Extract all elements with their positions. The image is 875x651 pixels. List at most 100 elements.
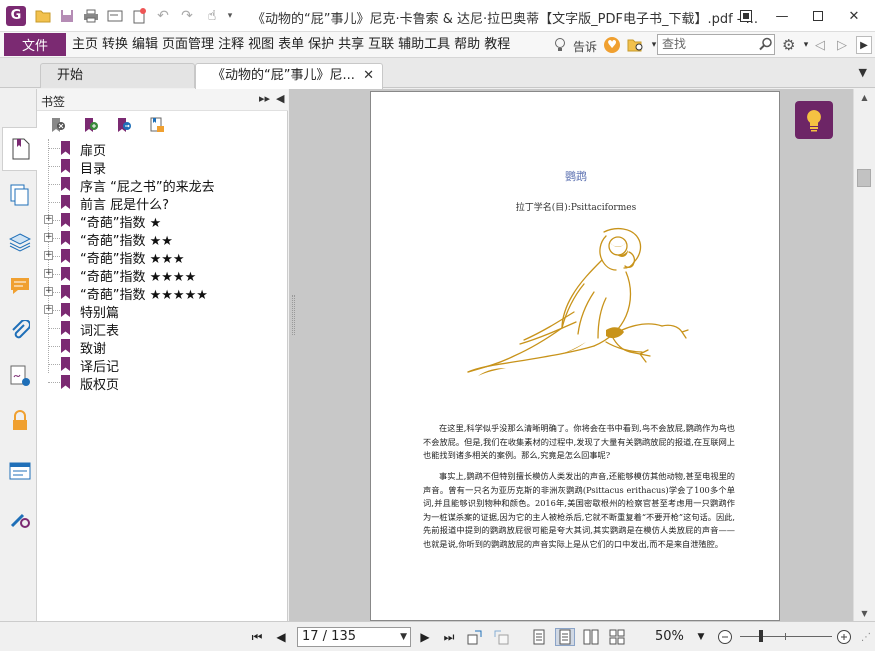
form-fields-panel-icon[interactable] bbox=[9, 460, 31, 482]
continuous-facing-icon[interactable] bbox=[608, 628, 626, 646]
delete-bookmark-icon[interactable] bbox=[49, 116, 67, 134]
gear-icon[interactable]: ⚙ bbox=[782, 36, 795, 54]
vertical-scrollbar[interactable]: ▲ ▼ bbox=[853, 89, 875, 621]
menu-form[interactable]: 表单 bbox=[278, 36, 308, 54]
undo-icon[interactable]: ↶ bbox=[154, 7, 172, 25]
search-icon[interactable] bbox=[759, 37, 773, 51]
menu-comment[interactable]: 注释 bbox=[218, 36, 248, 54]
qa-dropdown-icon[interactable]: ▾ bbox=[221, 7, 239, 25]
panel-collapse-icon[interactable]: ◀ bbox=[276, 92, 284, 105]
tools-panel-icon[interactable] bbox=[9, 507, 31, 529]
maximize-button[interactable] bbox=[804, 6, 832, 26]
print-icon[interactable] bbox=[82, 7, 100, 25]
expand-icon[interactable]: + bbox=[44, 287, 53, 296]
signatures-panel-icon[interactable] bbox=[9, 365, 31, 387]
smart-hint-button[interactable] bbox=[795, 101, 833, 139]
zoom-dropdown-icon[interactable]: ▼ bbox=[692, 628, 710, 646]
facing-pages-icon[interactable] bbox=[582, 628, 600, 646]
bookmark-item[interactable]: 目录 bbox=[37, 157, 288, 177]
page-number-field[interactable]: 17 / 135 ▼ bbox=[297, 627, 411, 647]
menu-tutorial[interactable]: 教程 bbox=[484, 36, 514, 54]
bookmark-item[interactable]: 序言 “屁之书”的来龙去 bbox=[37, 175, 288, 195]
search-input[interactable]: 查找 bbox=[657, 34, 775, 55]
zoom-slider-thumb[interactable] bbox=[759, 630, 764, 642]
redo-icon[interactable]: ↷ bbox=[178, 7, 196, 25]
menu-share[interactable]: 共享 bbox=[338, 36, 368, 54]
previous-page-icon[interactable]: ◀ bbox=[272, 628, 290, 646]
tab-document[interactable]: 《动物的“屁”事儿》尼... ✕ bbox=[195, 63, 383, 89]
bookmark-item[interactable]: + 特别篇 bbox=[37, 301, 288, 321]
expand-icon[interactable]: + bbox=[44, 233, 53, 242]
bookmark-item[interactable]: 扉页 bbox=[37, 139, 288, 159]
bookmark-options-icon[interactable] bbox=[148, 116, 166, 134]
tell-me-label[interactable]: 告诉 bbox=[573, 38, 597, 55]
go-to-bookmark-icon[interactable] bbox=[115, 116, 133, 134]
app-logo-icon[interactable]: G bbox=[6, 6, 26, 26]
bookmark-item[interactable]: 译后记 bbox=[37, 355, 288, 375]
ribbon-left-arrow-icon[interactable]: ◁ bbox=[812, 36, 828, 54]
security-panel-icon[interactable] bbox=[9, 410, 31, 432]
first-page-icon[interactable]: ⏮ bbox=[248, 628, 266, 646]
previous-view-icon[interactable] bbox=[466, 628, 484, 646]
continuous-page-icon[interactable] bbox=[555, 628, 575, 646]
layers-panel-icon[interactable] bbox=[9, 231, 31, 253]
file-menu-button[interactable]: 文件 bbox=[4, 33, 66, 56]
next-page-icon[interactable]: ▶ bbox=[416, 628, 434, 646]
menu-page-management[interactable]: 页面管理 bbox=[162, 36, 218, 54]
next-view-icon[interactable] bbox=[492, 628, 510, 646]
menu-accessibility[interactable]: 辅助工具 bbox=[398, 36, 454, 54]
minimize-button[interactable]: — bbox=[768, 6, 796, 26]
expand-icon[interactable]: + bbox=[44, 215, 53, 224]
hand-tool-icon[interactable]: ☝ bbox=[203, 7, 221, 25]
tab-close-icon[interactable]: ✕ bbox=[363, 64, 374, 88]
panel-expand-icon[interactable]: ▸▸ bbox=[259, 92, 270, 105]
bookmark-item[interactable]: + “奇葩”指数 ★★ bbox=[37, 229, 288, 249]
new-icon[interactable] bbox=[130, 7, 148, 25]
zoom-slider-track[interactable] bbox=[740, 636, 832, 637]
pages-panel-icon[interactable] bbox=[9, 184, 31, 206]
lightbulb-icon[interactable] bbox=[552, 37, 568, 53]
menu-connect[interactable]: 互联 bbox=[368, 36, 398, 54]
bookmark-item[interactable]: + “奇葩”指数 ★ bbox=[37, 211, 288, 231]
open-folder-icon[interactable] bbox=[34, 7, 52, 25]
add-bookmark-icon[interactable] bbox=[82, 116, 100, 134]
bookmark-item[interactable]: + “奇葩”指数 ★★★★★ bbox=[37, 283, 288, 303]
bookmark-item[interactable]: 致谢 bbox=[37, 337, 288, 357]
menu-home[interactable]: 主页 bbox=[72, 36, 102, 54]
find-folder-icon[interactable] bbox=[627, 37, 643, 53]
zoom-in-icon[interactable] bbox=[835, 628, 853, 646]
ribbon-scroll-right-icon[interactable]: ▶ bbox=[856, 36, 872, 54]
scroll-up-icon[interactable]: ▲ bbox=[854, 89, 875, 105]
heart-icon[interactable]: ♥ bbox=[604, 37, 620, 53]
save-icon[interactable] bbox=[58, 7, 76, 25]
menu-edit[interactable]: 编辑 bbox=[132, 36, 162, 54]
bookmark-item[interactable]: 版权页 bbox=[37, 373, 288, 393]
document-viewport[interactable]: 鹦鹉 拉丁学名(目):Psittaciformes 在这里,科学似乎没那么清晰明… bbox=[289, 89, 853, 621]
menu-protect[interactable]: 保护 bbox=[308, 36, 338, 54]
menu-convert[interactable]: 转换 bbox=[102, 36, 132, 54]
tab-start[interactable]: 开始 bbox=[40, 63, 195, 88]
zoom-out-icon[interactable] bbox=[716, 628, 734, 646]
menu-view[interactable]: 视图 bbox=[248, 36, 278, 54]
comments-panel-icon[interactable] bbox=[9, 275, 31, 297]
single-page-icon[interactable] bbox=[530, 628, 548, 646]
menu-help[interactable]: 帮助 bbox=[454, 36, 484, 54]
screen-icon[interactable] bbox=[106, 7, 124, 25]
expand-icon[interactable]: + bbox=[44, 269, 53, 278]
bookmark-item[interactable]: 前言 屁是什么? bbox=[37, 193, 288, 213]
bookmark-item[interactable]: + “奇葩”指数 ★★★★ bbox=[37, 265, 288, 285]
bookmarks-panel-icon[interactable] bbox=[2, 127, 38, 171]
tab-list-dropdown-icon[interactable]: ▼ bbox=[859, 66, 867, 79]
expand-icon[interactable]: + bbox=[44, 251, 53, 260]
bookmark-item[interactable]: 词汇表 bbox=[37, 319, 288, 339]
scroll-thumb[interactable] bbox=[857, 169, 871, 187]
zoom-level[interactable]: 50% bbox=[655, 629, 684, 644]
last-page-icon[interactable]: ⏭ bbox=[440, 628, 458, 646]
scroll-down-icon[interactable]: ▼ bbox=[854, 605, 875, 621]
close-button[interactable]: ✕ bbox=[840, 6, 868, 26]
bookmark-item[interactable]: + “奇葩”指数 ★★★ bbox=[37, 247, 288, 267]
panel-splitter[interactable] bbox=[292, 295, 295, 335]
ribbon-right-arrow-icon[interactable]: ▷ bbox=[834, 36, 850, 54]
resize-grip-icon[interactable]: ⋰ bbox=[857, 628, 875, 646]
ribbon-toggle-icon[interactable] bbox=[732, 6, 760, 26]
